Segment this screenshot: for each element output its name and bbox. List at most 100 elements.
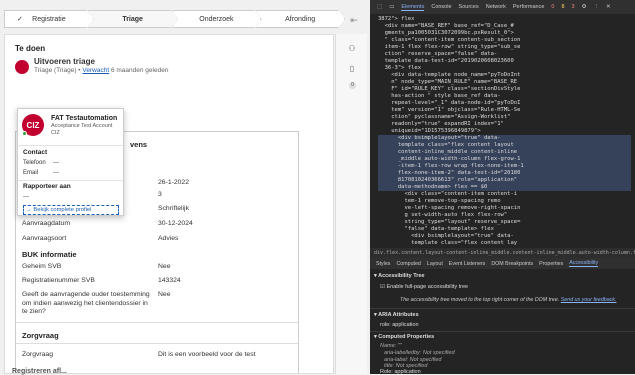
step-label: Registratie [32, 15, 66, 23]
dom-line[interactable]: <div bsimplelayout="true" data- [378, 233, 631, 240]
divider [370, 308, 635, 309]
dom-line[interactable]: item-1 flex flex-row" string_type="sub_s… [378, 44, 631, 51]
dom-line[interactable]: 8170810240366613" role="application" [378, 177, 631, 184]
dom-line[interactable]: 36-3"> flex [378, 65, 631, 72]
step-registratie[interactable]: ✓ Registratie [4, 10, 94, 28]
tab-console[interactable]: Console [431, 4, 451, 10]
email-row: Email --- [23, 170, 59, 176]
step-onderzoek[interactable]: Onderzoek [172, 10, 262, 28]
tab-performance[interactable]: Performance [513, 4, 545, 10]
dom-line[interactable]: n" node_type="MAIN_RULE" name="BASE_RE [378, 79, 631, 86]
collapse-panel-icon[interactable]: ⇤ [342, 12, 366, 28]
warning-count[interactable]: 8 [561, 4, 564, 10]
acc-role: Role: application [380, 369, 421, 375]
todo-item[interactable]: Uitvoeren triage Triage (Triage) • Verwa… [15, 57, 168, 74]
close-icon[interactable]: ✕ [606, 4, 611, 10]
operator-name: FAT Testautomation [51, 115, 118, 122]
dom-line[interactable]: flex-none-item-2" data-test-id="20180 [378, 170, 631, 177]
reporter-value: --- [23, 194, 29, 200]
dom-line[interactable]: ction" reserve_space="false" data- [378, 51, 631, 58]
divider [16, 322, 298, 323]
expected-link[interactable]: Verwacht [82, 67, 109, 74]
dom-line[interactable]: <div name="BASE_REF" base_ref="D_Case_# [378, 23, 631, 30]
dom-tree[interactable]: 3872"> flex <div name="BASE_REF" base_re… [370, 14, 635, 246]
dom-line[interactable]: has-action " style base_ref data- [378, 93, 631, 100]
acc-enable-checkbox[interactable]: ☑ Enable full-page accessibility tree [380, 284, 468, 290]
todo-title: Te doen [15, 44, 46, 53]
contact-heading: Contact [23, 149, 48, 156]
tab-properties[interactable]: Properties [539, 261, 563, 267]
more-icon[interactable]: ⋮ [594, 4, 600, 10]
device-icon[interactable]: ▭ [389, 4, 394, 10]
acc-note: The accessibility tree moved to the top … [400, 297, 617, 303]
step-label: Afronding [285, 15, 316, 23]
buk-heading: BUK informatie [22, 250, 77, 259]
dom-line[interactable]: tem" version="1" objclass="Rule-HTML-Se [378, 107, 631, 114]
people-icon[interactable]: ⚇ [344, 44, 360, 58]
todo-item-sub: Triage (Triage) • Verwacht 6 maanden gel… [34, 67, 169, 74]
dom-line[interactable]: template data-test-id="2019020608023600 [378, 58, 631, 65]
dom-line[interactable]: _middle auto-width-column flex-grow-1 [378, 156, 631, 163]
view-profile-link[interactable]: → Bekijk complete profiel [23, 205, 119, 215]
dom-line[interactable]: " class="content-item content-sub_sectio… [378, 37, 631, 44]
dom-line[interactable]: data-methodname> flex == $0 [378, 184, 631, 191]
clipboard-icon[interactable]: ▯ [344, 64, 360, 78]
dom-line[interactable]: -item-1 flex-row wrap flex-none-item-1 [378, 163, 631, 170]
dom-line[interactable]: F" id="RULE_KEY" class="sectionDivStyle [378, 86, 631, 93]
tab-elements[interactable]: Elements [401, 4, 425, 11]
dom-line[interactable]: template class="flex content lay [378, 240, 631, 246]
tab-network[interactable]: Network [486, 4, 506, 10]
phone-row: Telefoon --- [23, 160, 59, 166]
dom-line[interactable]: string_type="layout" reserve_space= [378, 219, 631, 226]
acc-labelledby: aria-labelledby: Not specified [384, 350, 455, 356]
dom-line[interactable]: g set-width-auto flex flex-row" [378, 212, 631, 219]
divider [370, 331, 635, 332]
detail-row: Geheim SVB Nee [22, 263, 171, 270]
step-triage[interactable]: Triage [88, 10, 178, 28]
divider [18, 145, 123, 146]
dom-line[interactable]: tem-1 remove-top-spacing remo [378, 198, 631, 205]
tab-event-listeners[interactable]: Event Listeners [449, 261, 486, 267]
stage-stepper: ✓ Registratie Triage Onderzoek Afronding [4, 10, 339, 28]
dom-line[interactable]: 3872"> flex [378, 16, 631, 23]
feedback-link[interactable]: Send us your feedback. [561, 297, 617, 303]
devtools-panel: ⬚ ▭ Elements Console Sources Network Per… [370, 0, 635, 375]
dom-line[interactable]: template class="flex content layout [378, 142, 631, 149]
detail-row: Aanvraagsoort Advies [22, 235, 179, 242]
dom-line[interactable]: repeat-level="_1" data-node-id="pyToDoI [378, 100, 631, 107]
reporter-heading: Rapporteer aan [23, 183, 71, 190]
tab-dom-breakpoints[interactable]: DOM Breakpoints [491, 261, 533, 267]
acc-name: Name: "" [380, 343, 402, 349]
error-count[interactable]: 0 [551, 4, 554, 10]
dom-line[interactable]: readonly="true" expandRI index="1" [378, 121, 631, 128]
dom-line[interactable]: <div bsimplelayout="true" data- [378, 135, 631, 142]
dom-line[interactable]: content-inline_middle content-inline [378, 149, 631, 156]
tab-accessibility[interactable]: Accessibility [569, 260, 599, 267]
case-app: ✓ Registratie Triage Onderzoek Afronding… [0, 0, 370, 375]
tab-styles[interactable]: Styles [376, 261, 390, 267]
dom-breadcrumb[interactable]: div.flex.content.layout-content-inline_m… [370, 248, 635, 258]
divider [18, 180, 123, 181]
computed-heading[interactable]: ▾ Computed Properties [374, 334, 434, 340]
dom-line[interactable]: <div data-template node_name="pyToDoInt [378, 72, 631, 79]
dom-line[interactable]: <div class="content-item content-i [378, 191, 631, 198]
side-rail: ⚇ ▯ 0 [335, 34, 367, 374]
inspect-icon[interactable]: ⬚ [377, 4, 382, 10]
step-afronding[interactable]: Afronding [255, 10, 345, 28]
tab-sources[interactable]: Sources [459, 4, 479, 10]
detail-row: Aanvraagdatum 30-12-2024 [22, 220, 193, 227]
gear-icon[interactable]: ⚙ [582, 4, 587, 10]
dom-line[interactable]: gments_pa1005031C3072099bc.pxResult_0"> [378, 30, 631, 37]
dom-line[interactable]: "false" data-template> flex [378, 226, 631, 233]
detail-row: Registratienummer SVB 143324 [22, 277, 181, 284]
tab-computed[interactable]: Computed [396, 261, 420, 267]
acc-tree-heading[interactable]: ▾ Accessibility Tree [374, 273, 425, 279]
dom-line[interactable]: ve-left-spacing remove-right-spacin [378, 205, 631, 212]
tab-layout[interactable]: Layout [427, 261, 443, 267]
issue-count[interactable]: 3 [572, 4, 575, 10]
dom-line[interactable]: ction" pyclassname="Assign-Worklist" [378, 114, 631, 121]
aria-heading[interactable]: ▾ ARIA Attributes [374, 312, 419, 318]
dom-line[interactable]: uniqueid="1D1575396849879"> [378, 128, 631, 135]
todo-item-title[interactable]: Uitvoeren triage [34, 57, 168, 66]
section-heading: vens [130, 140, 148, 149]
